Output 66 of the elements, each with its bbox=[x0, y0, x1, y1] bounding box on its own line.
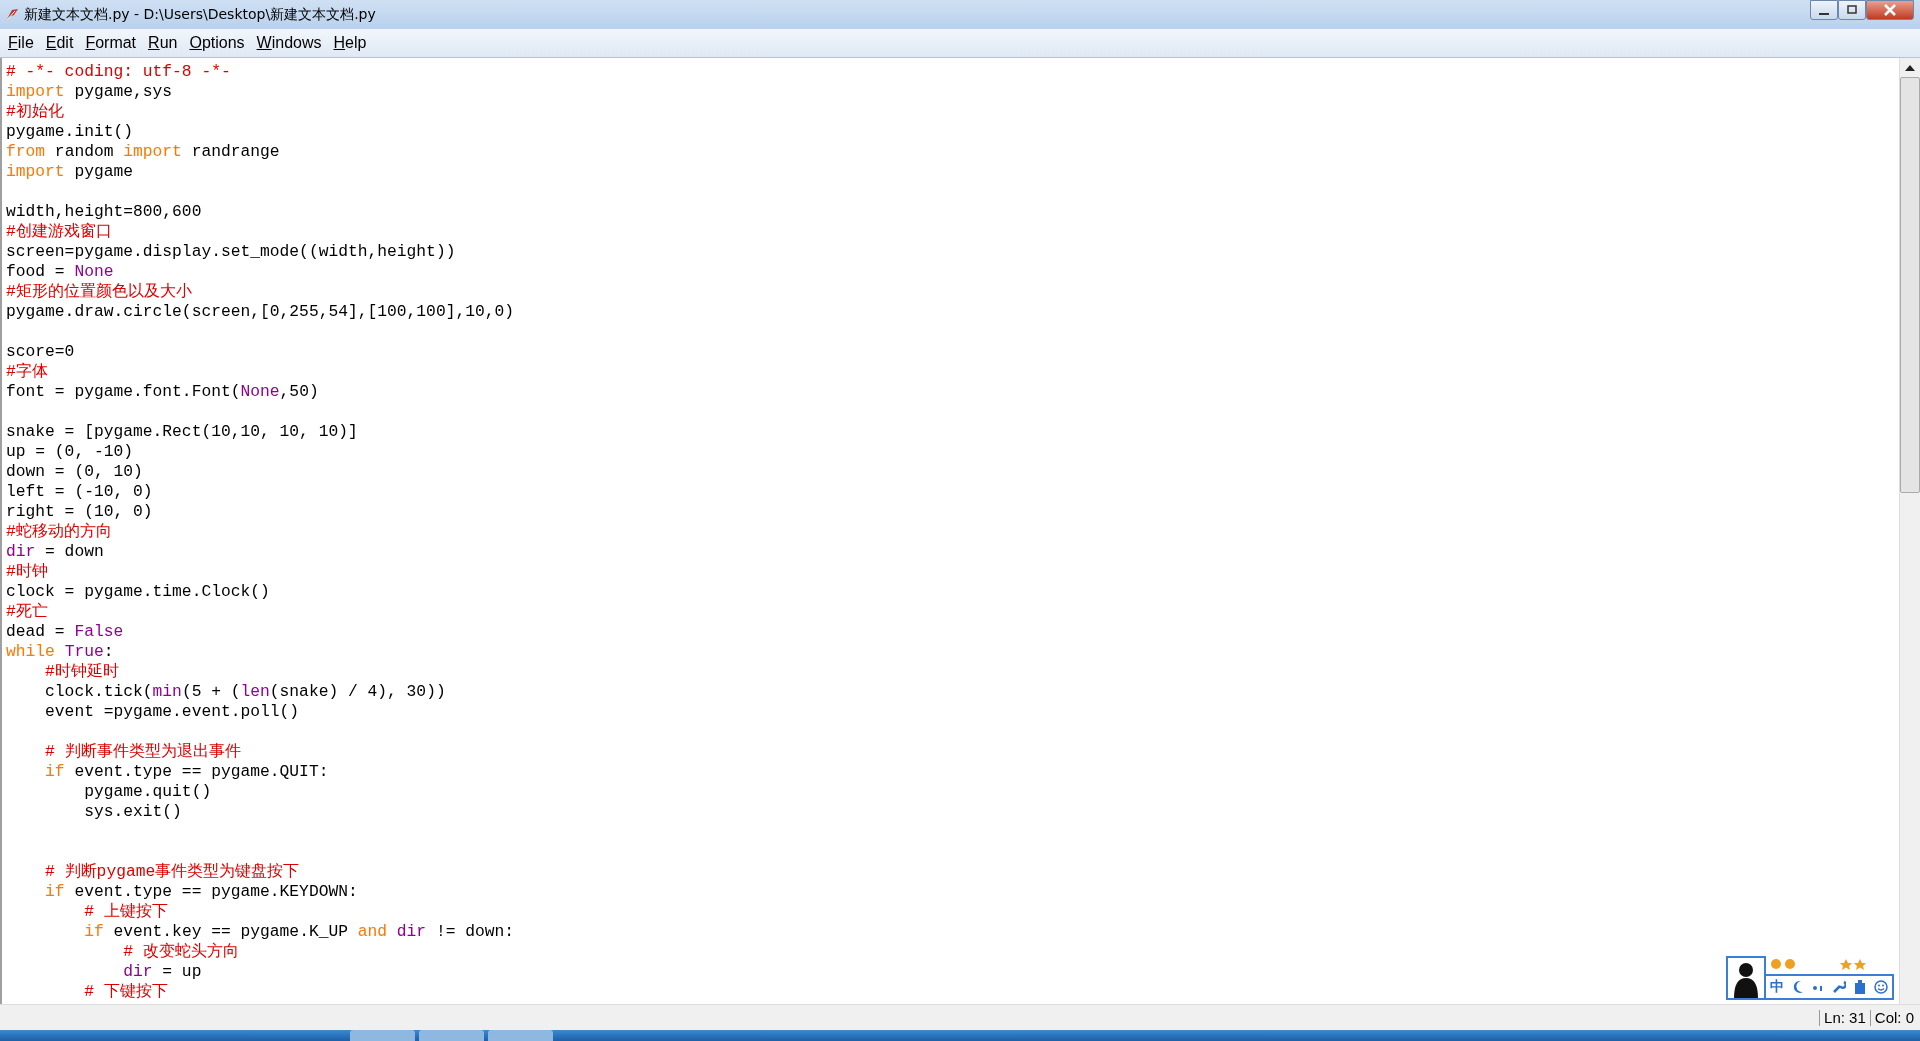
code-line: while True: bbox=[6, 642, 114, 661]
window-title: 新建文本文档.py - D:\Users\Desktop\新建文本文档.py bbox=[24, 5, 376, 24]
code-line: # 上键按下 bbox=[83, 902, 168, 921]
code-line: pygame.quit() bbox=[83, 782, 212, 801]
close-button[interactable] bbox=[1866, 0, 1914, 20]
code-line: #矩形的位置颜色以及大小 bbox=[6, 282, 192, 301]
code-line: left = (-10, 0) bbox=[6, 482, 153, 501]
code-line: import pygame,sys bbox=[6, 82, 173, 101]
scroll-up-icon[interactable] bbox=[1905, 65, 1915, 71]
code-line: import pygame bbox=[6, 162, 134, 181]
code-line: if event.type == pygame.QUIT: bbox=[44, 762, 329, 781]
code-line: #死亡 bbox=[6, 602, 48, 621]
code-line: #初始化 bbox=[6, 102, 64, 121]
code-line: width,height=800,600 bbox=[6, 202, 202, 221]
menu-item[interactable]: Format bbox=[79, 32, 143, 54]
menu-item[interactable]: Help bbox=[327, 32, 373, 54]
maximize-button[interactable] bbox=[1838, 0, 1866, 20]
code-line: #字体 bbox=[6, 362, 48, 381]
code-line: if event.key == pygame.K_UP and dir != down: bbox=[83, 922, 515, 941]
code-line: if event.type == pygame.KEYDOWN: bbox=[44, 882, 358, 901]
code-line: right = (10, 0) bbox=[6, 502, 153, 521]
code-line: #时钟延时 bbox=[44, 662, 119, 681]
code-line: sys.exit() bbox=[83, 802, 182, 821]
close-icon bbox=[1883, 4, 1897, 16]
code-line: screen=pygame.display.set_mode((width,height)) bbox=[6, 242, 456, 261]
code-line: snake = [pygame.Rect(10,10, 10, 10)] bbox=[6, 422, 358, 441]
code-line: up = (0, -10) bbox=[6, 442, 133, 461]
menu-item[interactable]: Windows bbox=[250, 32, 328, 54]
maximize-icon bbox=[1846, 5, 1858, 15]
code-line: from random import randrange bbox=[6, 142, 280, 161]
code-line: #创建游戏窗口 bbox=[6, 222, 112, 241]
menu-item[interactable]: File bbox=[2, 32, 40, 54]
code-line: #蛇移动的方向 bbox=[6, 522, 112, 541]
code-line: food = None bbox=[6, 262, 114, 281]
code-line: font = pygame.font.Font(None,50) bbox=[6, 382, 319, 401]
moon-icon[interactable] bbox=[1792, 980, 1804, 994]
code-line: #时钟 bbox=[6, 562, 48, 581]
code-line: dir = down bbox=[6, 542, 104, 561]
code-line: # 判断pygame事件类型为键盘按下 bbox=[44, 862, 300, 881]
clipboard-icon[interactable] bbox=[1854, 980, 1866, 994]
menu-item[interactable]: Run bbox=[142, 32, 184, 54]
code-line: down = (0, 10) bbox=[6, 462, 143, 481]
scroll-thumb[interactable] bbox=[1900, 77, 1920, 493]
minimize-button[interactable] bbox=[1810, 0, 1838, 20]
code-line: # 下键按下 bbox=[83, 982, 168, 1001]
menu-item[interactable]: Options bbox=[183, 32, 251, 54]
scrollbar[interactable] bbox=[1899, 58, 1920, 1004]
code-line: # -*- coding: utf-8 -*- bbox=[6, 62, 231, 81]
column-number: Col: 0 bbox=[1869, 1009, 1918, 1026]
minimize-icon bbox=[1819, 13, 1829, 15]
code-line: clock = pygame.time.Clock() bbox=[6, 582, 270, 601]
code-line: score=0 bbox=[6, 342, 75, 361]
menu-item[interactable]: Edit bbox=[39, 32, 80, 54]
feather-icon bbox=[4, 6, 20, 23]
line-number: Ln: 31 bbox=[1819, 1009, 1870, 1026]
code-line: dir = up bbox=[122, 962, 202, 981]
input-mode-toggle[interactable]: 中 bbox=[1770, 978, 1784, 996]
code-line: pygame.draw.circle(screen,[0,255,54],[100,100],10,0) bbox=[6, 302, 515, 321]
code-line: dead = False bbox=[6, 622, 124, 641]
punctuation-icon[interactable] bbox=[1812, 983, 1824, 991]
code-line: pygame.init() bbox=[6, 122, 133, 141]
code-line: event =pygame.event.poll() bbox=[44, 702, 300, 721]
code-line: clock.tick(min(5 + (len(snake) / 4), 30)) bbox=[44, 682, 446, 701]
smiley-icon[interactable] bbox=[1874, 980, 1888, 994]
code-line: # 改变蛇头方向 bbox=[122, 942, 239, 961]
code-line: # 判断事件类型为退出事件 bbox=[44, 742, 241, 761]
